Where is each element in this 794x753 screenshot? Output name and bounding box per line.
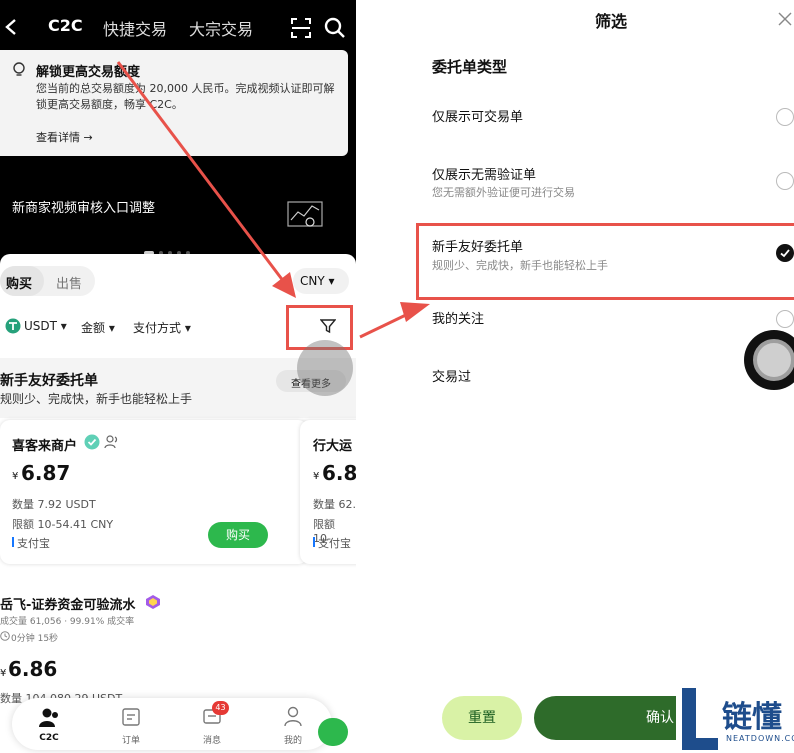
option-tradable-only[interactable]: 仅展示可交易单 [432, 106, 523, 125]
verified-badge-icon [84, 434, 100, 450]
touch-indicator [297, 340, 353, 396]
quantity: 数量 62. [313, 498, 356, 511]
payment-method: 支付宝 [318, 537, 351, 550]
messages-badge: 43 [212, 701, 229, 715]
payment-filter[interactable]: 支付方式 ▾ [133, 319, 191, 336]
currency-symbol: ¥ [0, 668, 7, 679]
amount-filter[interactable]: 金额 ▾ [81, 319, 115, 336]
clock-icon [0, 631, 10, 641]
close-icon[interactable] [778, 12, 792, 26]
banner-illustration-icon [287, 201, 323, 227]
listing-price: 6.86 [8, 657, 58, 681]
listing-stats: 成交量 61,056 · 99.91% 成交率 [0, 617, 135, 627]
tab-buy[interactable]: 购买 [6, 273, 32, 292]
radio-tradable-only[interactable] [776, 108, 794, 126]
tab-c2c-label[interactable]: C2C [29, 733, 69, 743]
tab-sell[interactable]: 出售 [56, 273, 82, 292]
notice-body: 您当前的总交易额度为 20,000 人民币。完成视频认证即可解锁更高交易额度，畅… [36, 82, 335, 111]
buy-button-peek [318, 718, 348, 746]
currency-symbol: ¥ [12, 471, 19, 482]
listing-time: 0分钟 15秒 [11, 634, 59, 644]
listing-merchant[interactable]: 岳飞-证券资金可验流水 [0, 594, 135, 613]
lightbulb-icon [13, 62, 25, 76]
search-icon[interactable] [324, 17, 346, 39]
currency-select[interactable]: CNY ▾ [293, 268, 349, 294]
users-icon [104, 435, 118, 449]
tab-quick-trade[interactable]: 快捷交易 [103, 16, 167, 40]
watermark-site: NEATDOWN.COM [726, 734, 794, 743]
payment-method: 支付宝 [17, 537, 50, 550]
section-title: 新手友好委托单 [0, 373, 98, 389]
price: 6.88 [322, 461, 356, 485]
buy-button[interactable]: 购买 [208, 522, 268, 548]
tab-c2c[interactable]: C2C [48, 16, 83, 35]
scan-icon[interactable] [290, 17, 312, 39]
payment-marker [313, 537, 315, 547]
option-no-verification[interactable]: 仅展示无需验证单 [432, 164, 536, 183]
radio-no-verification[interactable] [776, 172, 794, 190]
payment-marker [12, 537, 14, 547]
premium-badge-icon [146, 595, 160, 609]
notice-title: 解锁更高交易额度 [36, 65, 141, 80]
coin-filter[interactable]: USDT ▾ [24, 319, 67, 333]
notice-details-link[interactable]: 查看详情 → [36, 129, 93, 145]
orders-icon[interactable] [121, 707, 141, 727]
currency-symbol: ¥ [313, 471, 320, 482]
merchant-name[interactable]: 行大运 [313, 435, 352, 454]
watermark-brand: 链懂 [722, 700, 782, 735]
limit-notice: 解锁更高交易额度 您当前的总交易额度为 20,000 人民币。完成视频认证即可解… [0, 50, 348, 156]
tab-messages-label[interactable]: 消息 [192, 733, 232, 746]
watermark-logo [682, 688, 718, 750]
merchant-name[interactable]: 喜客来商户 [12, 435, 77, 454]
tab-orders-label[interactable]: 订单 [111, 733, 151, 746]
limit: 限额 10-54.41 CNY [12, 518, 114, 531]
reset-button[interactable]: 重置 [442, 696, 522, 740]
section-subtitle: 规则少、完成快，新手也能轻松上手 [0, 392, 193, 406]
order-type-heading: 委托单类型 [432, 58, 508, 76]
option-following[interactable]: 我的关注 [432, 308, 484, 327]
usdt-icon [5, 318, 21, 334]
left-screen: C2C 快捷交易 大宗交易 解锁更高交易额度 您当前的总交易额度为 20,000… [0, 0, 356, 753]
quantity: 数量 7.92 USDT [12, 498, 96, 511]
profile-icon[interactable] [283, 706, 303, 728]
banner-text[interactable]: 新商家视频审核入口调整 [12, 197, 155, 216]
option-highlight-box [416, 223, 794, 300]
back-icon[interactable] [4, 18, 18, 36]
touch-indicator [744, 330, 794, 390]
filter-title: 筛选 [595, 12, 628, 31]
tab-block-trade[interactable]: 大宗交易 [189, 16, 253, 40]
c2c-tab-icon[interactable] [38, 707, 60, 729]
option-traded-before[interactable]: 交易过 [432, 366, 471, 385]
option-no-verification-desc: 您无需额外验证便可进行交易 [432, 186, 575, 199]
radio-following[interactable] [776, 310, 794, 328]
tab-me-label[interactable]: 我的 [273, 733, 313, 746]
price: 6.87 [21, 461, 71, 485]
